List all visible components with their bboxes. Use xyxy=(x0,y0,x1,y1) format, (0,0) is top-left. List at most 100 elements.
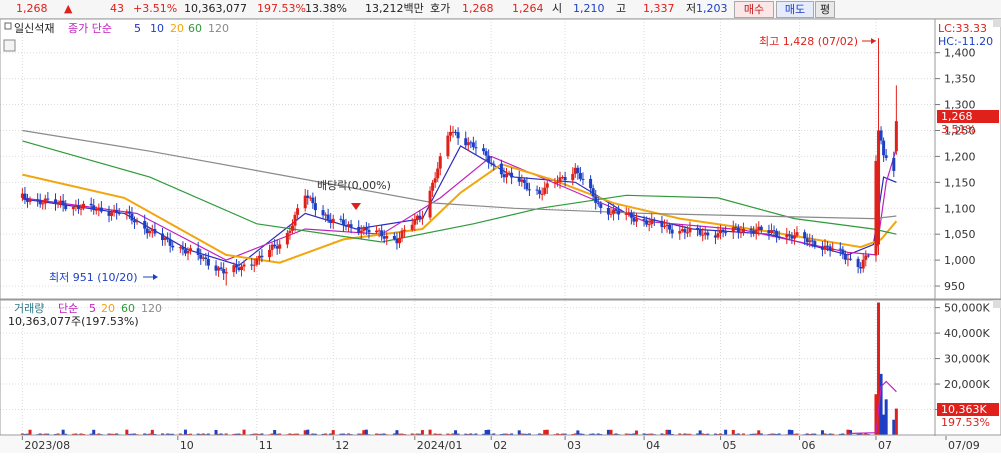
volume-tag-pct: 197.53% xyxy=(941,416,990,429)
candle-body xyxy=(403,229,407,231)
candle-body xyxy=(866,255,870,257)
candle-body xyxy=(117,212,121,214)
candle-body xyxy=(23,193,27,199)
candle-body xyxy=(696,227,700,230)
stock-name: 일신석재 xyxy=(14,21,54,35)
candle-body xyxy=(831,248,835,251)
candle-body xyxy=(642,219,646,221)
candle-body xyxy=(206,258,210,266)
candle-body xyxy=(130,213,134,221)
candle-body xyxy=(76,205,80,209)
candle-body xyxy=(240,266,244,271)
candle-body xyxy=(522,179,526,183)
candle-body xyxy=(841,249,845,255)
candle-body xyxy=(775,231,779,237)
candle-body xyxy=(581,178,585,180)
candle-body xyxy=(759,226,763,231)
volume-panel-handle[interactable] xyxy=(993,300,1001,308)
candle-body xyxy=(678,231,682,234)
sell-button[interactable]: 매도 xyxy=(776,1,814,18)
time-tick-label: 07 xyxy=(878,439,892,452)
candle-body xyxy=(527,189,531,191)
candle-body xyxy=(629,212,633,218)
volume-legend-20: 20 xyxy=(101,302,115,315)
panel-resize-handle[interactable] xyxy=(993,19,1001,27)
candle-body xyxy=(260,255,264,258)
candle-body xyxy=(296,208,300,215)
volume-bar xyxy=(331,430,335,435)
time-tick-label: 04 xyxy=(646,439,660,452)
candle-body xyxy=(662,226,666,228)
candle-body xyxy=(64,205,68,210)
candle-body xyxy=(92,205,96,211)
candle-body xyxy=(385,235,389,239)
candle-body xyxy=(255,258,259,265)
candle-body xyxy=(525,182,529,190)
candle-body xyxy=(716,233,720,238)
candle-body xyxy=(563,177,567,181)
candle-body xyxy=(571,173,575,181)
candle-body xyxy=(741,228,745,233)
candle-body xyxy=(28,199,32,202)
candle-body xyxy=(484,151,488,156)
candle-body xyxy=(721,229,725,233)
volume-bar xyxy=(545,429,549,435)
candle-body xyxy=(652,219,656,221)
candle-body xyxy=(861,259,865,269)
candle-body xyxy=(670,229,674,234)
volume-legend-120: 120 xyxy=(141,302,162,315)
candle-body xyxy=(540,193,544,195)
volume-legend-60: 60 xyxy=(121,302,135,315)
candle-body xyxy=(894,121,898,152)
candle-body xyxy=(545,183,549,188)
candle-body xyxy=(647,224,651,226)
candle-body xyxy=(543,187,547,194)
up-arrow-icon: ▲ xyxy=(64,2,73,15)
settings-icon[interactable] xyxy=(3,39,16,52)
candle-body xyxy=(634,219,638,222)
chart-area: 일신석재 종가 단순 5 10 20 60 120 LC:33.33 HC:-1… xyxy=(0,18,1001,453)
price-tick-label: 1,100 xyxy=(944,202,976,215)
candle-body xyxy=(273,244,277,247)
candle-body xyxy=(456,132,460,139)
candle-body xyxy=(428,190,432,218)
buy-button[interactable]: 매수 xyxy=(734,1,774,18)
candle-body xyxy=(438,156,442,169)
candle-body xyxy=(326,214,330,220)
volume-bar xyxy=(634,430,638,435)
evaluate-button[interactable]: 평 xyxy=(815,1,835,18)
volume-title: 거래량 xyxy=(14,302,44,315)
candle-body xyxy=(79,208,83,210)
candle-body xyxy=(505,173,509,178)
candle-body xyxy=(688,227,692,233)
candle-body xyxy=(242,264,246,267)
candle-body xyxy=(153,229,157,234)
candle-body xyxy=(94,209,98,211)
candle-body xyxy=(311,197,315,204)
candle-body xyxy=(268,249,272,258)
candle-body xyxy=(578,172,582,179)
candle-body xyxy=(749,228,753,231)
candle-body xyxy=(341,219,345,226)
candle-body xyxy=(489,162,493,164)
candle-body xyxy=(614,209,618,211)
candle-body xyxy=(856,258,860,267)
candle-body xyxy=(668,224,672,230)
high-label: 고 xyxy=(616,2,627,15)
candle-body xyxy=(683,229,687,233)
candle-body xyxy=(359,230,363,233)
volume-value: 10,363,077 xyxy=(184,2,247,15)
candle-body xyxy=(148,231,152,234)
candle-body xyxy=(599,203,603,208)
volume-tick-label: 30,000K xyxy=(944,353,990,366)
candle-body xyxy=(433,178,437,183)
volume-summary: 10,363,077주(197.53%) xyxy=(8,315,139,328)
volume-bar xyxy=(420,430,424,435)
candle-body xyxy=(624,213,628,215)
candle-body xyxy=(591,188,595,197)
candle-body xyxy=(882,140,886,156)
volume-bar xyxy=(428,429,432,435)
current-pct-tag: 3.51% xyxy=(941,123,976,136)
candle-body xyxy=(892,157,896,171)
candle-body xyxy=(321,210,325,216)
